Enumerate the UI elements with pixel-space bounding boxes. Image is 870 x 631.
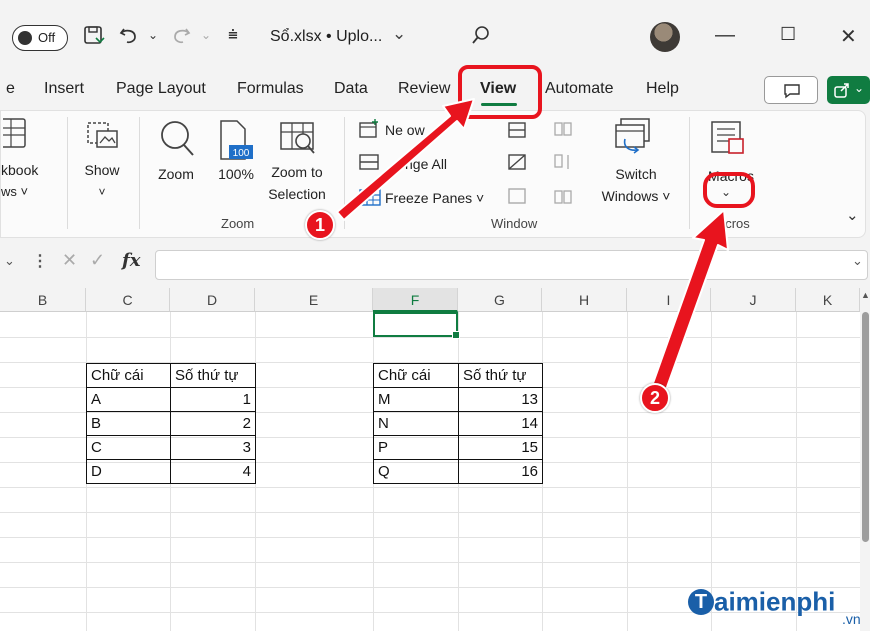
arrow-to-view-tab: [336, 98, 475, 221]
watermark-suffix: .vn: [842, 611, 861, 627]
step-badge-2: 2: [640, 383, 670, 413]
watermark-t-icon: T: [688, 589, 714, 616]
annotation-arrows: [336, 98, 729, 391]
watermark-text: aimienphi: [714, 586, 836, 617]
arrow-to-macros-dropdown: [651, 209, 729, 391]
watermark-logo: Taimienphi: [688, 585, 835, 618]
step-badge-1: 1: [305, 210, 335, 240]
